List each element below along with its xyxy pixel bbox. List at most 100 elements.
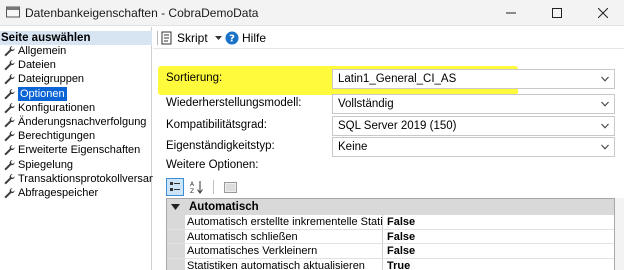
page-selector-header: Seite auswählen (0, 31, 152, 45)
property-value[interactable]: True (387, 259, 410, 270)
property-name: Automatisches Verkleinern (187, 244, 383, 258)
help-icon: ? (225, 31, 239, 45)
page-item-label: Konfigurationen (18, 101, 96, 114)
svg-text:Z: Z (190, 188, 194, 194)
page-item[interactable]: Berechtigungen (3, 129, 151, 143)
wrench-icon (4, 131, 15, 142)
wrench-icon (4, 173, 15, 185)
property-name: Automatisch erstellte inkrementelle Stat… (187, 215, 383, 229)
page-item[interactable]: Konfigurationen (3, 101, 151, 115)
database-gear-icon (6, 6, 20, 18)
propgrid-gutter (167, 244, 185, 258)
chevron-down-icon[interactable] (601, 123, 609, 129)
page-item-label: Dateien (18, 59, 56, 72)
help-button[interactable]: ? Hilfe (225, 30, 266, 46)
propgrid-row[interactable]: Statistiken automatisch aktualisieren Tru… (167, 258, 614, 270)
page-item[interactable]: Allgemein (3, 44, 151, 58)
page-item-label: Transaktionsprotokollversand (18, 172, 162, 185)
chevron-down-icon[interactable] (601, 101, 609, 107)
maximize-button[interactable] (534, 0, 580, 26)
page-item-label: Optionen (18, 86, 67, 101)
page-item-label: Erweiterte Eigenschaften (18, 144, 141, 157)
page-item[interactable]: Erweiterte Eigenschaften (3, 143, 151, 157)
form-label: Sortierung: (166, 72, 223, 84)
maximize-icon (552, 8, 562, 18)
propgrid-section-automatisch[interactable]: Automatisch (167, 199, 614, 215)
dropdown-arrow-icon[interactable] (214, 35, 223, 41)
combobox-value: Latin1_General_CI_AS (338, 73, 457, 85)
wrench-icon (4, 46, 15, 57)
property-grid: Automatisch Automatisch erstellte inkrem… (166, 198, 615, 270)
propgrid-gutter (167, 215, 185, 229)
page-item-label: Abfragespeicher (18, 186, 99, 199)
minimize-button[interactable] (488, 0, 534, 26)
page-item[interactable]: Dateien (3, 58, 151, 72)
combobox-value: Vollständig (338, 98, 394, 110)
svg-text:?: ? (229, 34, 235, 45)
combobox-value: Keine (338, 141, 368, 153)
toolbar-grip (157, 31, 158, 45)
wrench-icon (4, 74, 15, 85)
page-item[interactable]: Änderungsnachverfolgung (3, 115, 151, 129)
propgrid-row[interactable]: Automatisch schließen False (167, 229, 614, 245)
page-selector-pane: Seite auswählen Allgemein Dateien Dateigru… (0, 27, 161, 270)
propgrid-gutter (167, 258, 185, 270)
property-value[interactable]: False (387, 215, 415, 230)
toolbar: Skript ? Hilfe (153, 27, 624, 49)
collapse-triangle-icon[interactable] (171, 203, 180, 211)
page-item[interactable]: Abfragespeicher (3, 186, 151, 200)
property-name: Statistiken automatisch aktualisieren (187, 258, 383, 270)
propgrid-row[interactable]: Automatisch erstellte inkrementelle Stat… (167, 215, 614, 230)
page-item[interactable]: Spiegelung (3, 158, 151, 172)
window-title: Datenbankeigenschaften - CobraDemoData (25, 6, 259, 20)
form-combobox[interactable]: SQL Server 2019 (150) (332, 116, 615, 136)
form-label: Kompatibilitätsgrad: (166, 119, 267, 131)
options-pane: Skript ? Hilfe Sortierung: Latin1_General… (153, 27, 624, 270)
property-value[interactable]: False (387, 230, 415, 245)
script-button[interactable]: Skript (160, 30, 223, 46)
propgrid-row[interactable]: Automatisches Verkleinern False (167, 244, 614, 259)
form-label: Eigenständigkeitstyp: (166, 140, 275, 152)
propgrid-toolbar-separator (213, 180, 214, 194)
close-icon (598, 8, 608, 18)
chevron-down-icon[interactable] (601, 144, 609, 150)
form-label: Wiederherstellungsmodell: (166, 97, 302, 109)
page-item-label: Dateigruppen (18, 73, 85, 86)
sort-alphabetical-icon: A Z (190, 181, 203, 194)
combobox-value: SQL Server 2019 (150) (338, 120, 457, 132)
page-item[interactable]: Optionen (3, 86, 151, 101)
alphabetical-button[interactable]: A Z (188, 178, 206, 196)
wrench-icon (4, 88, 15, 100)
svg-text:A: A (190, 181, 195, 188)
property-name: Automatisch schließen (187, 229, 383, 243)
page-item-label: Berechtigungen (18, 130, 96, 143)
form-combobox[interactable]: Latin1_General_CI_AS (332, 69, 615, 89)
chevron-down-icon[interactable] (601, 76, 609, 82)
property-pages-icon (223, 181, 237, 193)
close-button[interactable] (580, 0, 624, 26)
minimize-icon (506, 12, 516, 14)
page-item-label: Änderungsnachverfolgung (18, 115, 147, 128)
form-combobox[interactable]: Vollständig (332, 94, 615, 114)
propgrid-section-label: Automatisch (189, 201, 259, 213)
page-item[interactable]: Dateigruppen (3, 72, 151, 86)
property-value[interactable]: False (387, 244, 415, 259)
wrench-icon (4, 60, 15, 71)
page-item-label: Spiegelung (18, 158, 74, 171)
wrench-icon (4, 188, 15, 199)
page-item-label: Allgemein (18, 45, 67, 57)
form-combobox[interactable]: Keine (332, 137, 615, 157)
help-label: Hilfe (242, 31, 267, 45)
page-list: Allgemein Dateien Dateigruppen Optionen Konf… (3, 44, 161, 200)
property-pages-button[interactable] (221, 178, 239, 196)
script-label: Skript (177, 31, 208, 45)
title-bar: Datenbankeigenschaften - CobraDemoData (0, 0, 624, 26)
wrench-icon (4, 159, 15, 170)
categorized-button[interactable] (166, 178, 184, 196)
more-options-label: Weitere Optionen: (166, 159, 259, 171)
propgrid-scrollbar[interactable] (615, 198, 624, 270)
wrench-icon (4, 117, 15, 128)
page-item[interactable]: Transaktionsprotokollversand (3, 172, 161, 186)
categorized-icon (170, 182, 180, 191)
propgrid-gutter (167, 229, 185, 243)
